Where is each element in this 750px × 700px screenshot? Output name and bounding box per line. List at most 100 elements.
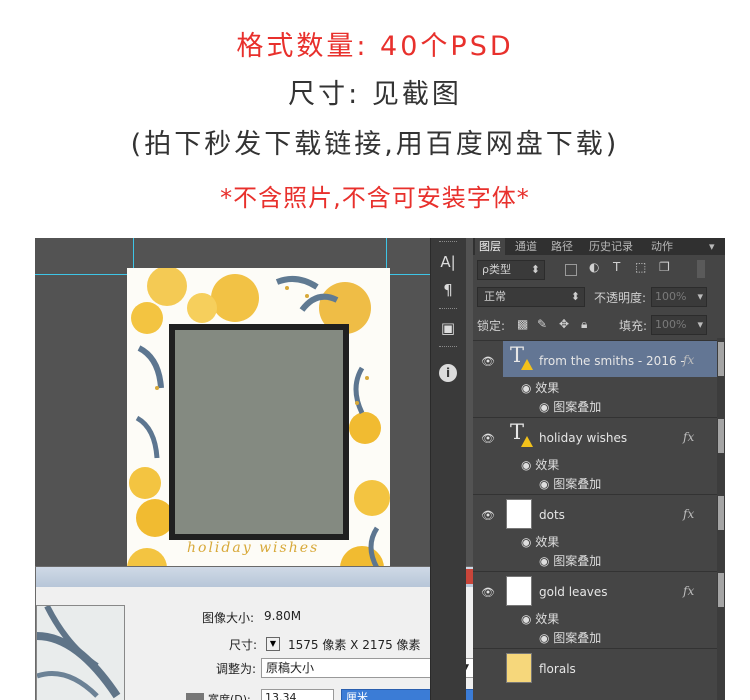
- photo-placeholder-frame: [169, 324, 349, 540]
- tab-history[interactable]: 历史记录: [585, 238, 637, 255]
- filter-adjustment-icon[interactable]: ◐: [589, 260, 599, 274]
- blend-mode-value: 正常: [484, 290, 506, 303]
- eye-icon[interactable]: ◉: [539, 400, 553, 414]
- lock-brush-icon[interactable]: ✎: [537, 317, 547, 331]
- fx-icon[interactable]: fx: [683, 507, 694, 521]
- warning-icon: [521, 436, 533, 447]
- headline-download-note: (拍下秒发下载链接,用百度网盘下载): [130, 129, 620, 160]
- dock-grip[interactable]: [439, 308, 457, 312]
- image-size-label: 图像大小:: [202, 611, 255, 625]
- tab-actions[interactable]: 动作: [647, 238, 677, 255]
- chevron-updown-icon: ⬍: [570, 290, 580, 303]
- eye-icon[interactable]: ◉: [521, 535, 535, 549]
- layer-filter-select[interactable]: ρ类型 ⬍: [477, 260, 545, 280]
- filter-shape-icon[interactable]: ⬚: [635, 260, 646, 274]
- fx-icon[interactable]: fx: [683, 584, 694, 598]
- eye-icon[interactable]: ◉: [521, 612, 535, 626]
- layer-name[interactable]: from the smiths - 2016 -: [539, 354, 685, 368]
- layer-thumbnail: [506, 499, 532, 529]
- effect-row[interactable]: ◉ 图案叠加: [539, 398, 601, 415]
- effects-row[interactable]: ◉ 效果: [521, 379, 559, 396]
- scrollbar-thumb[interactable]: [718, 496, 724, 530]
- layer-row-from-the-smiths[interactable]: 👁︎ T from the smiths - 2016 - fx ◉ 效果 ◉ …: [473, 340, 717, 418]
- eye-icon[interactable]: ◉: [521, 381, 535, 395]
- layers-scrollbar[interactable]: [717, 338, 725, 700]
- eye-icon[interactable]: ◉: [521, 458, 535, 472]
- panel-tabs: 图层 通道 路径 历史记录 动作 ▾: [473, 238, 725, 255]
- layer-row-holiday-wishes[interactable]: 👁︎ T holiday wishes fx ◉ 效果 ◉ 图案叠加: [473, 417, 717, 495]
- filter-smartobject-icon[interactable]: ❐: [659, 260, 670, 274]
- dialog-preview-image[interactable]: [36, 605, 125, 700]
- effects-label: 效果: [535, 458, 560, 472]
- constrain-link-toggle[interactable]: [186, 693, 204, 700]
- filter-toggle-switch[interactable]: [697, 260, 705, 278]
- effect-label: 图案叠加: [553, 631, 602, 645]
- tab-layers[interactable]: 图层: [475, 238, 505, 255]
- filter-pixel-icon[interactable]: [565, 264, 577, 276]
- photo-placeholder: [175, 330, 343, 534]
- eye-icon[interactable]: ◉: [539, 477, 553, 491]
- layer-name[interactable]: gold leaves: [539, 585, 608, 599]
- blend-mode-select[interactable]: 正常 ⬍: [477, 287, 585, 307]
- dimensions-unit-dropdown[interactable]: ▼: [266, 637, 280, 651]
- eye-icon[interactable]: ◉: [539, 554, 553, 568]
- effect-row[interactable]: ◉ 图案叠加: [539, 552, 601, 569]
- lock-all-icon[interactable]: 🔒︎: [581, 317, 587, 332]
- image-size-value: 9.80M: [264, 609, 302, 623]
- fx-icon[interactable]: fx: [683, 353, 694, 367]
- tab-channels[interactable]: 通道: [511, 238, 541, 255]
- effect-label: 图案叠加: [553, 477, 602, 491]
- layer-thumbnail: [506, 653, 532, 683]
- effects-label: 效果: [535, 535, 560, 549]
- layers-panel: 图层 通道 路径 历史记录 动作 ▾ ρ类型 ⬍ ◐ T ⬚ ❐ 正常 ⬍ 不透…: [473, 238, 725, 700]
- dock-grip[interactable]: [439, 346, 457, 350]
- layer-thumbnail: [506, 576, 532, 606]
- opacity-label: 不透明度:: [594, 291, 647, 305]
- lock-transparent-icon[interactable]: ▩: [517, 317, 528, 331]
- visibility-eye-icon[interactable]: 👁︎: [481, 586, 495, 599]
- preview-leaves: [37, 606, 121, 699]
- tab-paths[interactable]: 路径: [547, 238, 577, 255]
- width-input[interactable]: 13.34: [261, 689, 334, 700]
- layer-name[interactable]: holiday wishes: [539, 431, 627, 445]
- lock-position-icon[interactable]: ✥: [559, 317, 569, 331]
- effect-label: 图案叠加: [553, 554, 602, 568]
- effect-row[interactable]: ◉ 图案叠加: [539, 629, 601, 646]
- effects-row[interactable]: ◉ 效果: [521, 610, 559, 627]
- layer-row-gold-leaves[interactable]: 👁︎ gold leaves fx ◉ 效果 ◉ 图案叠加: [473, 571, 717, 649]
- scrollbar-thumb[interactable]: [718, 419, 724, 453]
- fx-icon[interactable]: fx: [683, 430, 694, 444]
- filter-type-icon[interactable]: T: [613, 260, 620, 274]
- visibility-eye-icon[interactable]: 👁︎: [481, 509, 495, 522]
- resample-label: 调整为:: [216, 662, 257, 676]
- layer-name[interactable]: florals: [539, 662, 576, 676]
- eye-icon[interactable]: ◉: [539, 631, 553, 645]
- effect-label: 图案叠加: [553, 400, 602, 414]
- dock-grip[interactable]: [439, 241, 457, 245]
- effects-row[interactable]: ◉ 效果: [521, 533, 559, 550]
- visibility-eye-icon[interactable]: 👁︎: [481, 432, 495, 445]
- layer-row-florals[interactable]: florals: [473, 648, 717, 700]
- effects-label: 效果: [535, 381, 560, 395]
- panel-dock-strip: A| ¶ ▣ i: [430, 238, 466, 700]
- scrollbar-thumb[interactable]: [718, 573, 724, 607]
- character-panel-icon[interactable]: A|: [436, 250, 460, 274]
- layer-row-dots[interactable]: 👁︎ dots fx ◉ 效果 ◉ 图案叠加: [473, 494, 717, 572]
- glyphs-panel-icon[interactable]: ▣: [436, 316, 460, 340]
- paragraph-panel-icon[interactable]: ¶: [436, 278, 460, 302]
- panel-menu-icon[interactable]: ▾: [705, 238, 719, 255]
- effects-row[interactable]: ◉ 效果: [521, 456, 559, 473]
- width-label: 宽度(D):: [208, 693, 251, 700]
- effects-label: 效果: [535, 612, 560, 626]
- effect-row[interactable]: ◉ 图案叠加: [539, 475, 601, 492]
- fill-field[interactable]: 100% ▾: [651, 315, 707, 335]
- document-canvas[interactable]: holiday wishes x 图像大小: 9.80M ⚙ 尺寸: ▼ 157…: [35, 238, 487, 700]
- chevron-down-icon: ▾: [697, 290, 703, 303]
- chevron-updown-icon: ⬍: [530, 263, 540, 276]
- layer-name[interactable]: dots: [539, 508, 565, 522]
- scrollbar-thumb[interactable]: [718, 342, 724, 376]
- opacity-field[interactable]: 100% ▾: [651, 287, 707, 307]
- chevron-down-icon: ▾: [697, 318, 703, 331]
- info-icon[interactable]: i: [436, 360, 460, 384]
- visibility-eye-icon[interactable]: 👁︎: [481, 355, 495, 368]
